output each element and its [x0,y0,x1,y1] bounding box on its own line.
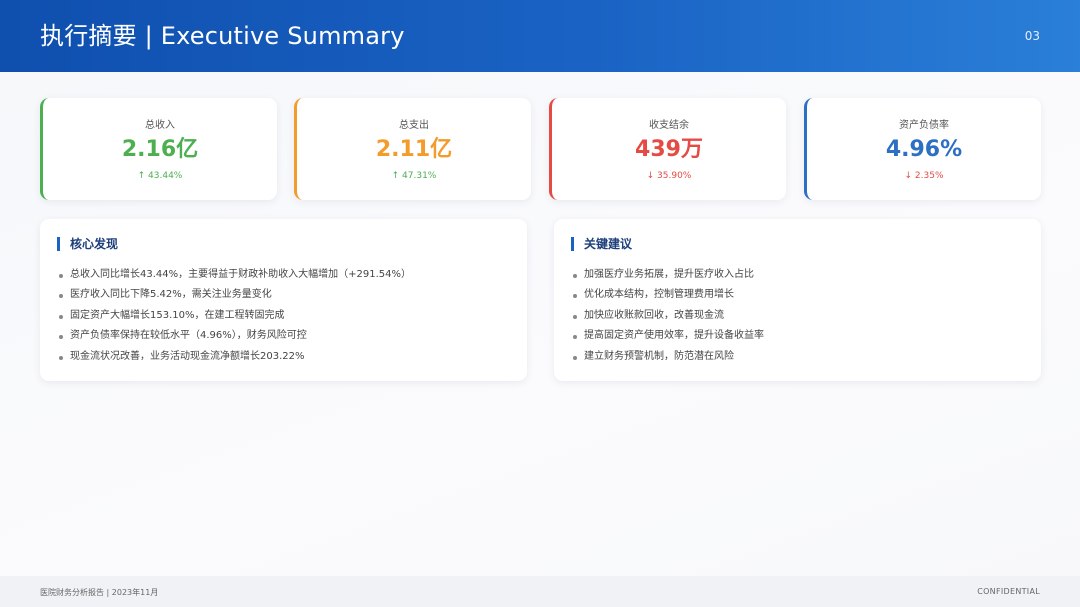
page-number: 03 [1024,29,1040,43]
kpi-value: 2.11亿 [375,137,453,162]
kpi-card-balance: 收支结余 439万 ↓ 35.90% [549,98,786,200]
kpi-label: 收支结余 [649,120,689,131]
header-bar: 执行摘要 | Executive Summary 03 [0,0,1080,72]
kpi-value: 439万 [635,137,703,162]
list-item: 优化成本结构，控制管理费用增长 [571,285,764,305]
page-title: 执行摘要 | Executive Summary [40,22,405,50]
recommendations-title: 关键建议 [571,237,632,251]
kpi-change: ↑ 47.31% [391,171,437,181]
kpi-card-total-expense: 总支出 2.11亿 ↑ 47.31% [294,98,531,200]
findings-panel: 核心发现 总收入同比增长43.44%，主要得益于财政补助收入大幅增加（+291.… [40,219,527,381]
kpi-value: 2.16亿 [121,137,199,162]
list-item: 现金流状况改善，业务活动现金流净额增长203.22% [57,347,411,367]
list-item: 固定资产大幅增长153.10%，在建工程转固完成 [57,306,411,326]
kpi-label: 资产负债率 [899,120,949,131]
kpi-change: ↓ 2.35% [904,171,944,181]
kpi-label: 总收入 [145,120,175,131]
list-item: 资产负债率保持在较低水平（4.96%），财务风险可控 [57,326,411,346]
list-item: 医疗收入同比下降5.42%，需关注业务量变化 [57,285,411,305]
kpi-label: 总支出 [399,120,429,131]
findings-list: 总收入同比增长43.44%，主要得益于财政补助收入大幅增加（+291.54%） … [57,265,411,367]
kpi-row: 总收入 2.16亿 ↑ 43.44% 总支出 2.11亿 ↑ 47.31% 收支… [40,98,1041,200]
list-item: 总收入同比增长43.44%，主要得益于财政补助收入大幅增加（+291.54%） [57,265,411,285]
kpi-change: ↓ 35.90% [646,171,692,181]
footer-report-info: 医院财务分析报告 | 2023年11月 [40,588,159,597]
list-item: 建立财务预警机制，防范潜在风险 [571,347,764,367]
footer-bar: 医院财务分析报告 | 2023年11月 CONFIDENTIAL [0,576,1080,607]
recommendations-list: 加强医疗业务拓展，提升医疗收入占比 优化成本结构，控制管理费用增长 加快应收账款… [571,265,764,367]
kpi-card-total-revenue: 总收入 2.16亿 ↑ 43.44% [40,98,277,200]
findings-title: 核心发现 [57,237,118,251]
kpi-card-debt-ratio: 资产负债率 4.96% ↓ 2.35% [804,98,1041,200]
footer-confidential: CONFIDENTIAL [977,587,1040,596]
kpi-change: ↑ 43.44% [137,171,183,181]
recommendations-panel: 关键建议 加强医疗业务拓展，提升医疗收入占比 优化成本结构，控制管理费用增长 加… [554,219,1041,381]
list-item: 加强医疗业务拓展，提升医疗收入占比 [571,265,764,285]
list-item: 加快应收账款回收，改善现金流 [571,306,764,326]
kpi-value: 4.96% [885,137,963,162]
list-item: 提高固定资产使用效率，提升设备收益率 [571,326,764,346]
